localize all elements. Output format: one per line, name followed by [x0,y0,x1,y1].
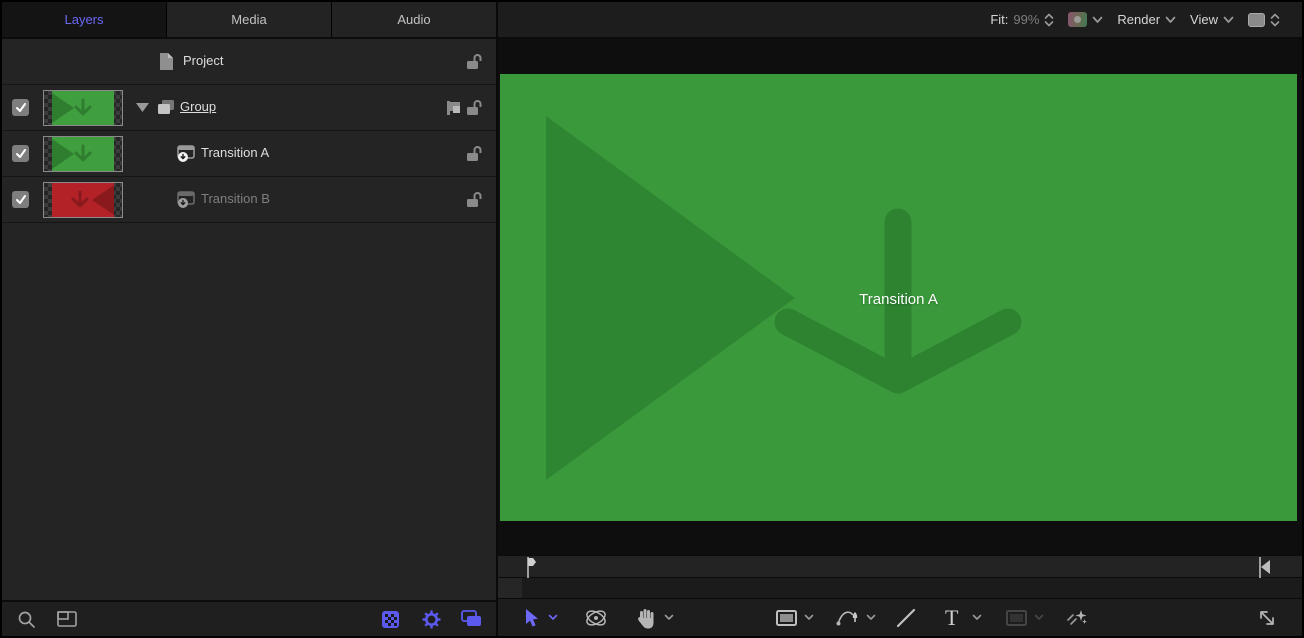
layers-list-empty-area [2,223,496,600]
layers-panel: Layers Media Audio Project [2,2,498,636]
tools-toolbar: T [498,599,1302,636]
tab-layers[interactable]: Layers [2,2,167,37]
zoom-stepper-icon[interactable] [1044,12,1054,28]
transition-a-activation-checkbox[interactable] [12,145,29,162]
tab-layers-label: Layers [64,12,103,27]
transition-a-thumbnail[interactable] [43,136,123,172]
expand-viewer-icon[interactable] [1258,599,1276,636]
render-menu[interactable]: Render [1117,12,1176,27]
3d-transform-tool-icon[interactable] [584,599,608,636]
viewer-area: Fit: 99% Render [498,2,1302,636]
zoom-value: 99% [1013,12,1039,27]
timeline-scrollbar[interactable] [498,578,1302,599]
text-tool-chevron-icon[interactable] [972,599,982,636]
search-icon[interactable] [17,610,36,629]
dropzone-icon [177,191,196,209]
rectangle-shape-tool-icon[interactable] [776,599,797,636]
panel-tabbar: Layers Media Audio [2,2,496,39]
text-tool-icon[interactable]: T [945,599,958,636]
gear-icon[interactable] [422,610,441,629]
layer-row-project[interactable]: Project [2,39,496,85]
disclosure-triangle-icon[interactable] [136,103,149,113]
group-icon [157,99,175,116]
unlock-icon[interactable] [465,145,483,163]
layers-stack-icon[interactable] [460,610,482,628]
playhead-marker[interactable] [525,557,537,578]
layer-row-transition-b[interactable]: Transition B [2,177,496,223]
show-hide-pane-icon[interactable] [57,611,77,627]
layer-name[interactable]: Transition A [201,145,269,160]
display-stepper-icon [1270,12,1280,28]
shape-tool-chevron-icon[interactable] [804,599,814,636]
canvas-overlay-text: Transition A [500,291,1297,308]
mini-timeline[interactable] [498,555,1302,578]
unlock-icon[interactable] [465,53,483,71]
tab-audio-label: Audio [397,12,430,27]
chevron-down-icon [1223,16,1234,24]
layer-name: Project [183,53,223,68]
unlock-icon[interactable] [465,191,483,209]
pan-tool-chevron-icon[interactable] [664,599,674,636]
transition-b-activation-checkbox[interactable] [12,191,29,208]
scrollbar-thumb[interactable] [498,578,522,598]
motion-window: Layers Media Audio Project [0,0,1304,638]
dropzone-icon [177,145,196,163]
channels-control[interactable] [1068,12,1103,27]
layers-panel-statusbar [2,600,496,636]
display-selector[interactable] [1248,12,1280,28]
select-tool-chevron-icon[interactable] [548,599,558,636]
bezier-pen-tool-icon[interactable] [836,599,862,636]
render-label: Render [1117,12,1160,27]
chevron-down-icon [1092,16,1103,24]
tab-media[interactable]: Media [167,2,332,37]
tab-media-label: Media [231,12,266,27]
layer-name[interactable]: Group [180,99,216,114]
paint-stroke-tool-icon[interactable] [896,599,916,636]
color-channels-swatch-icon [1068,12,1087,27]
project-document-icon [159,52,174,71]
canvas-backdrop: Transition A [498,39,1302,555]
mask-tool-chevron-icon [1034,599,1044,636]
mask-tool-icon[interactable] [1006,599,1027,636]
layer-row-group[interactable]: Group [2,85,496,131]
tab-audio[interactable]: Audio [332,2,496,37]
group-activation-checkbox[interactable] [12,99,29,116]
select-transform-tool-icon[interactable] [524,599,540,636]
group-thumbnail[interactable] [43,90,123,126]
pan-hand-tool-icon[interactable] [636,599,656,636]
layer-name[interactable]: Transition B [201,191,270,206]
transparency-checkerboard-icon[interactable] [382,611,399,628]
fit-label: Fit: [990,12,1008,27]
zoom-control[interactable]: Fit: 99% [990,12,1054,28]
layer-row-transition-a[interactable]: Transition A [2,131,496,177]
canvas[interactable]: Transition A [500,74,1297,521]
view-label: View [1190,12,1218,27]
viewer-toolbar: Fit: 99% Render [498,2,1302,39]
bezier-tool-chevron-icon[interactable] [866,599,876,636]
chevron-down-icon [1165,16,1176,24]
transition-b-thumbnail[interactable] [43,182,123,218]
adjust-item-tool-icon[interactable] [1066,599,1088,636]
unlock-icon[interactable] [465,99,483,117]
group-2d3d-flag-icon[interactable] [446,100,462,116]
layers-list: Project [2,39,496,223]
display-icon [1248,13,1265,27]
view-menu[interactable]: View [1190,12,1234,27]
end-marker[interactable] [1258,557,1271,578]
